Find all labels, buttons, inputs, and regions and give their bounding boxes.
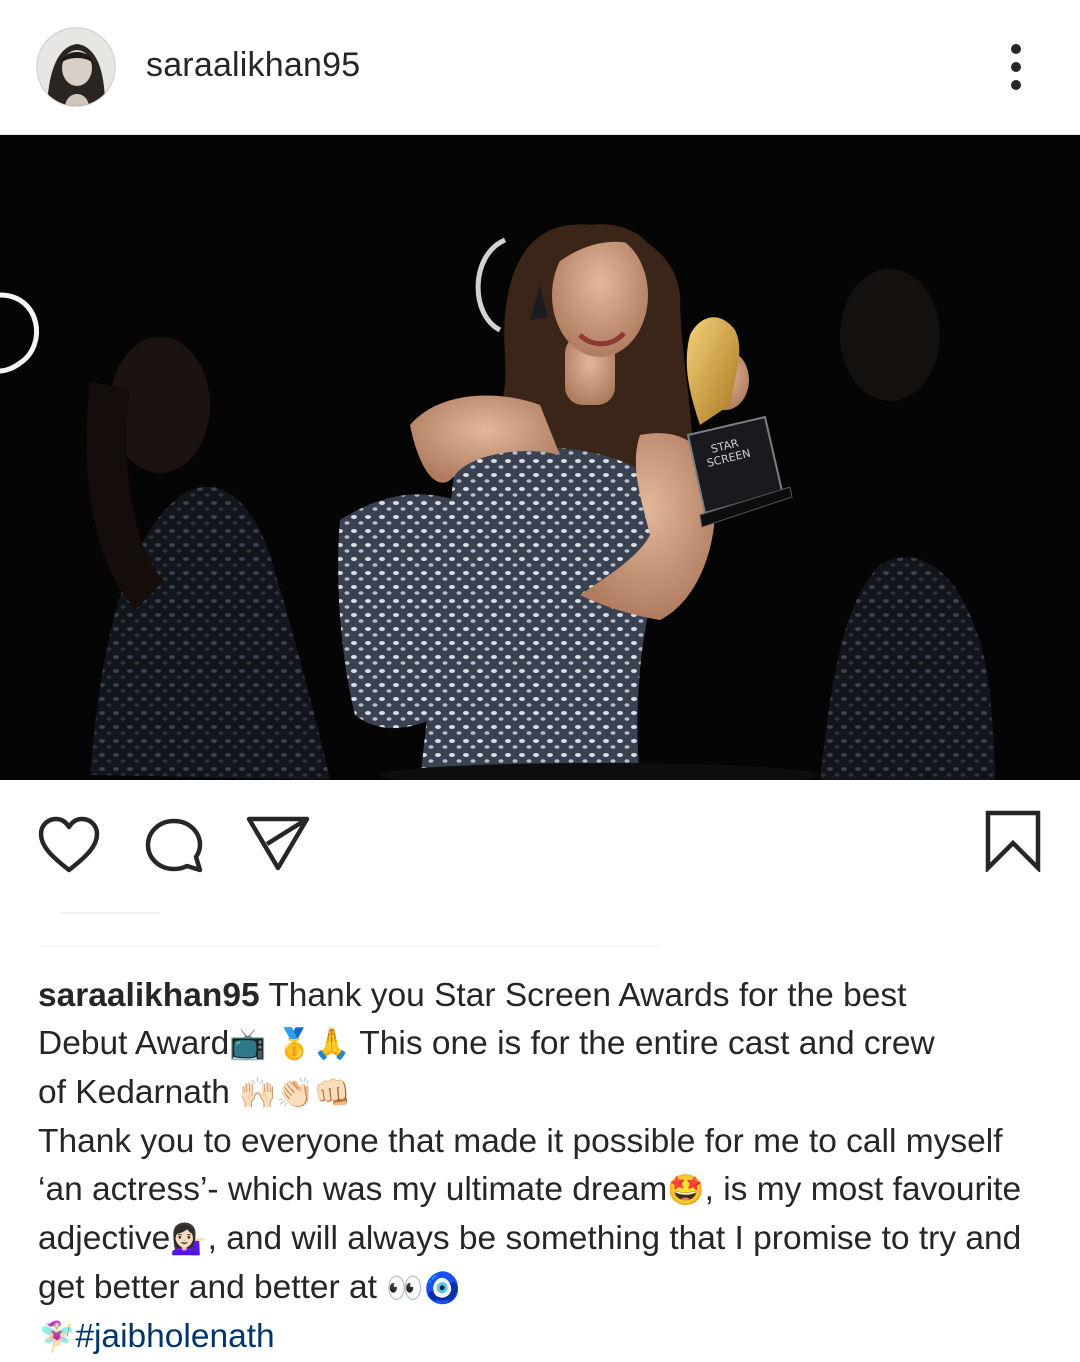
profile-photo-icon (37, 28, 115, 106)
eyes-emoji-icon: 👀 (386, 1271, 424, 1306)
comments-placeholder (40, 945, 660, 947)
award-photo-icon: STAR SCREEN (0, 135, 1080, 780)
nazar-amulet-emoji-icon: 🧿 (423, 1271, 461, 1306)
caption-text-3: of Kedarnath (38, 1074, 240, 1111)
hands-emoji-icon: 🙌🏻👏🏻👊🏻 (239, 1076, 352, 1111)
likes-placeholder (60, 912, 160, 914)
fairy-emoji-icon: 🧚🏻‍♀️ (38, 1320, 76, 1355)
pray-emoji-icon: 🙏 (313, 1027, 351, 1062)
comment-icon[interactable] (143, 817, 205, 875)
post-header: saraalikhan95 (0, 0, 1080, 135)
caption-text-2b: This one is for the entire cast and crew (350, 1025, 935, 1062)
star-eyes-emoji-icon: 🤩 (667, 1173, 705, 1208)
post-caption: saraalikhan95 Thank you Star Screen Awar… (38, 972, 1048, 1362)
tv-emoji-icon: 📺 (229, 1027, 267, 1062)
username[interactable]: saraalikhan95 (146, 46, 360, 85)
send-icon[interactable] (245, 814, 311, 872)
caption-text-2a: Debut Award (38, 1025, 230, 1062)
caption-text-1: Thank you Star Screen Awards for the bes… (259, 977, 907, 1014)
woman-tipping-hand-emoji-icon: 💁🏻‍♀️ (170, 1222, 208, 1257)
bookmark-icon[interactable] (985, 810, 1041, 872)
caption-username[interactable]: saraalikhan95 (38, 977, 260, 1014)
post-image[interactable]: STAR SCREEN (0, 135, 1080, 780)
heart-icon[interactable] (37, 816, 101, 874)
post-actions (0, 780, 1080, 890)
hashtag-link[interactable]: #jaibholenath (75, 1318, 274, 1355)
medal-emoji-icon: 🥇 (275, 1027, 314, 1062)
avatar[interactable] (37, 28, 115, 106)
more-vertical-icon[interactable] (1004, 44, 1028, 90)
